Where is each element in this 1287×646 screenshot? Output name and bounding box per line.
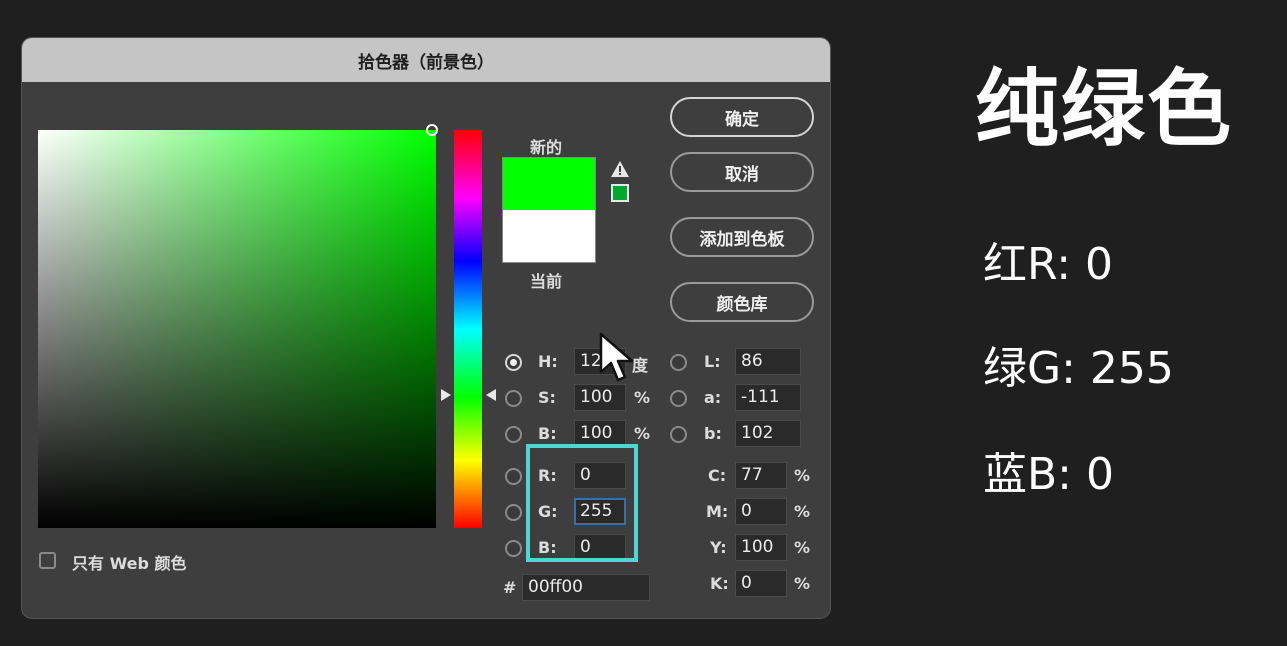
- new-color-label: 新的: [530, 138, 563, 157]
- g-radio[interactable]: [505, 504, 522, 521]
- s-unit: %: [634, 388, 651, 407]
- b-lab-radio[interactable]: [670, 426, 687, 443]
- mouse-cursor-icon: [599, 332, 634, 382]
- c-label: C:: [708, 466, 727, 485]
- b-lab-label: b:: [704, 424, 722, 443]
- current-color-swatch[interactable]: [503, 210, 595, 262]
- r-radio[interactable]: [505, 468, 522, 485]
- color-libraries-button[interactable]: 颜色库: [670, 282, 814, 322]
- h-label: H:: [538, 352, 558, 371]
- h-radio[interactable]: [505, 354, 522, 371]
- add-to-swatches-button[interactable]: 添加到色板: [670, 217, 814, 257]
- dialog-title: 拾色器（前景色）: [22, 38, 830, 82]
- m-unit: %: [794, 502, 811, 521]
- ok-button[interactable]: 确定: [670, 97, 814, 137]
- c-unit: %: [794, 466, 811, 485]
- y-unit: %: [794, 538, 811, 557]
- new-color-swatch: [503, 158, 595, 210]
- l-field[interactable]: 86: [735, 348, 801, 375]
- annotation-blue: 蓝B: 0: [983, 449, 1114, 500]
- a-radio[interactable]: [670, 390, 687, 407]
- y-label: Y:: [710, 538, 727, 557]
- a-label: a:: [704, 388, 722, 407]
- l-label: L:: [704, 352, 721, 371]
- b-hsb-field[interactable]: 100: [574, 420, 626, 447]
- l-radio[interactable]: [670, 354, 687, 371]
- b-lab-field[interactable]: 102: [735, 420, 801, 447]
- b-hsb-radio[interactable]: [505, 426, 522, 443]
- hue-slider-right-handle[interactable]: [485, 388, 497, 402]
- hex-field[interactable]: 00ff00: [522, 574, 650, 601]
- color-field[interactable]: [38, 130, 436, 528]
- b-hsb-unit: %: [634, 424, 651, 443]
- m-label: M:: [706, 502, 729, 521]
- b-hsb-label: B:: [538, 424, 557, 443]
- hue-slider[interactable]: [454, 130, 482, 528]
- cancel-button[interactable]: 取消: [670, 152, 814, 192]
- k-unit: %: [794, 574, 811, 593]
- s-field[interactable]: 100: [574, 384, 626, 411]
- color-picker-dialog: 拾色器（前景色） 新的 当前 确定 取消 添加到色板 颜色库 H: 120 度 …: [22, 38, 830, 618]
- annotation-heading: 纯绿色: [975, 60, 1234, 158]
- s-label: S:: [538, 388, 556, 407]
- s-radio[interactable]: [505, 390, 522, 407]
- annotation-red: 红R: 0: [983, 239, 1114, 290]
- y-field[interactable]: 100: [735, 534, 787, 561]
- c-field[interactable]: 77: [735, 462, 787, 489]
- k-field[interactable]: 0: [735, 570, 787, 597]
- hue-slider-left-handle[interactable]: [440, 388, 452, 402]
- k-label: K:: [710, 574, 729, 593]
- web-safe-swatch-icon[interactable]: [611, 184, 629, 202]
- web-only-checkbox[interactable]: [39, 552, 56, 569]
- gamut-warning-icon[interactable]: [610, 160, 630, 178]
- rgb-highlight-box: [526, 444, 638, 562]
- color-field-marker[interactable]: [426, 124, 438, 136]
- web-only-label: 只有 Web 颜色: [72, 554, 187, 573]
- annotation-green: 绿G: 255: [983, 343, 1174, 394]
- hex-label: #: [503, 578, 517, 597]
- m-field[interactable]: 0: [735, 498, 787, 525]
- current-color-label: 当前: [530, 272, 563, 291]
- a-field[interactable]: -111: [735, 384, 801, 411]
- color-preview: [502, 157, 596, 263]
- b-rgb-radio[interactable]: [505, 540, 522, 557]
